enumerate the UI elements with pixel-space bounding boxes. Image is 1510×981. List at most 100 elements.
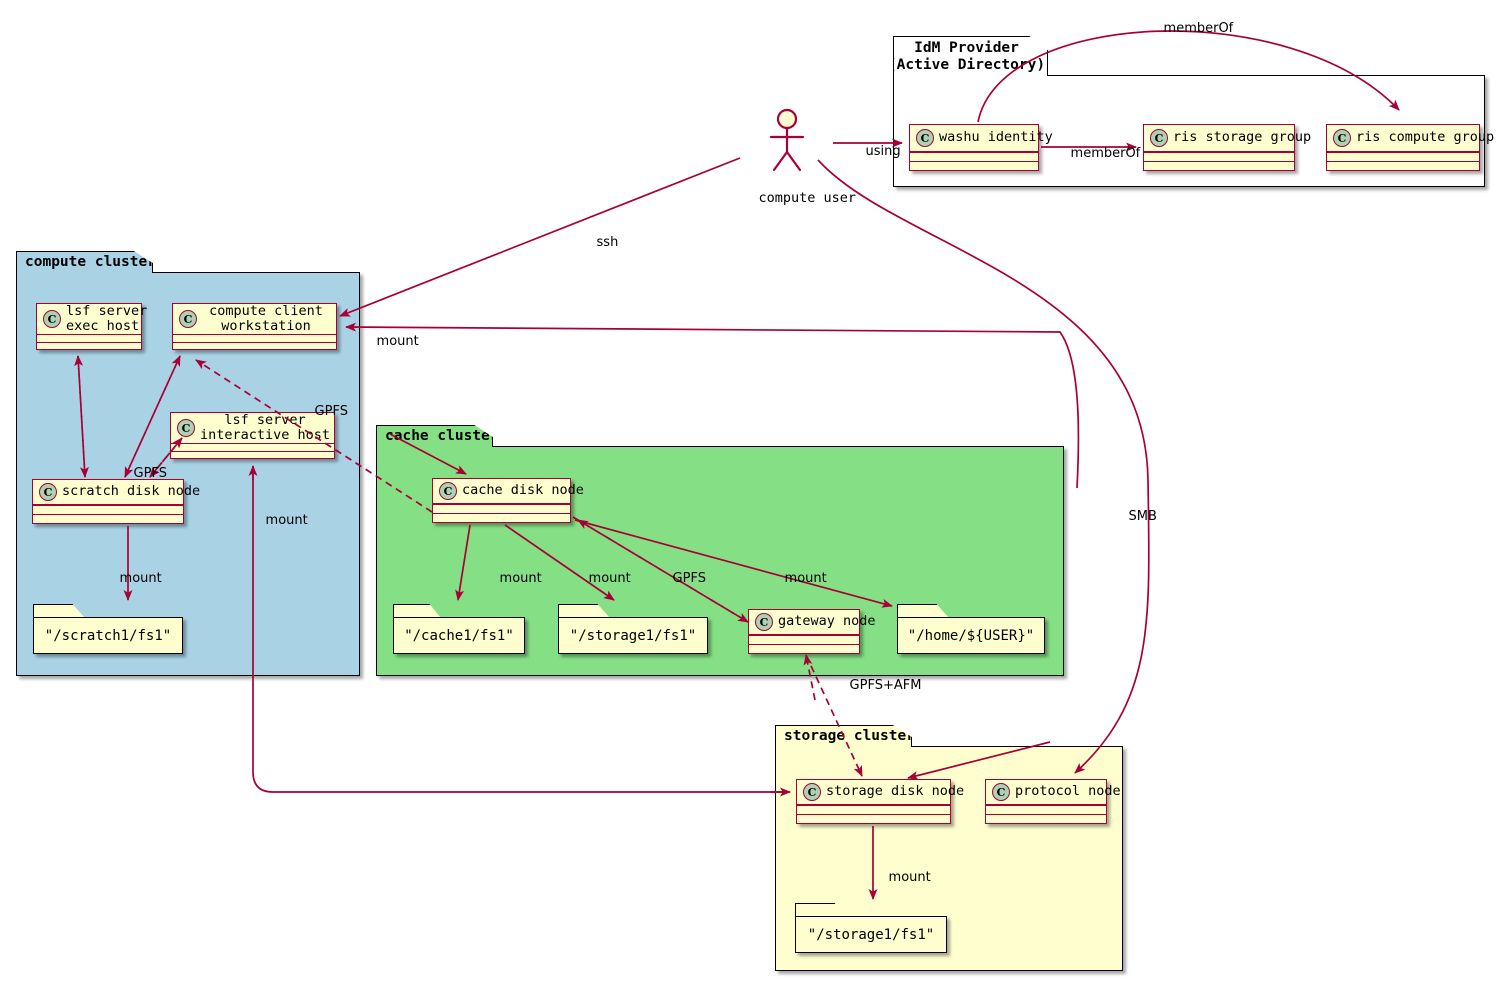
- class-stereotype-icon: C: [1333, 129, 1351, 147]
- actor-stick-figure-icon: [769, 108, 805, 172]
- edge-label-mount-homefs: mount: [784, 571, 827, 586]
- class-compartment: [749, 636, 859, 644]
- class-scratch-disk-node-label: scratch disk node: [62, 483, 201, 500]
- class-cache-disk-node-head: C cache disk node: [433, 479, 584, 503]
- class-compartment: [986, 815, 1106, 823]
- package-idm-provider-title: IdM Provider (Active Directory): [893, 36, 1048, 76]
- package-compute-cluster-title: compute cluster: [16, 251, 153, 273]
- edge-label-mount-interactive: mount: [265, 513, 308, 528]
- package-compute-cluster-label: compute cluster: [25, 254, 156, 271]
- class-compartment: [797, 815, 950, 823]
- folder-storage1-fs1-label: "/storage1/fs1": [807, 926, 935, 943]
- folder-scratch1-fs1-label: "/scratch1/fs1": [44, 627, 172, 644]
- edge-label-ssh: ssh: [596, 235, 619, 250]
- class-compartment: [910, 162, 1038, 170]
- package-storage-cluster-label: storage cluster: [784, 728, 915, 745]
- class-washu-identity-head: C washu identity: [910, 125, 1053, 151]
- class-compartment: [910, 153, 1038, 161]
- package-idm-provider-label: IdM Provider (Active Directory): [887, 39, 1046, 73]
- folder-body: "/home/${USER}": [897, 617, 1045, 654]
- edge-label-mount-cachestore: mount: [588, 571, 631, 586]
- class-compartment: [1144, 162, 1294, 170]
- class-protocol-node[interactable]: C protocol node: [985, 779, 1121, 824]
- folder-body: "/storage1/fs1": [795, 916, 947, 953]
- class-compartment: [33, 506, 183, 514]
- edge-label-gpfs-cache-client: GPFS: [314, 404, 348, 419]
- class-scratch-disk-node[interactable]: C scratch disk node: [32, 479, 200, 524]
- class-gateway-node-label: gateway node: [778, 613, 876, 630]
- class-compartment: [1144, 153, 1294, 161]
- class-stereotype-icon: C: [43, 310, 61, 329]
- class-stereotype-icon: C: [803, 783, 821, 801]
- class-gateway-node[interactable]: C gateway node: [748, 609, 876, 654]
- actor-compute-user-label: compute user: [758, 190, 857, 206]
- folder-body: "/storage1/fs1": [558, 617, 708, 654]
- class-storage-disk-node[interactable]: C storage disk node: [796, 779, 964, 824]
- class-compute-client-workstation-head: C compute client workstation: [173, 303, 336, 335]
- class-lsf-server-exec-host-head: C lsf server exec host: [37, 303, 147, 334]
- edge-label-mount-scratchfs: mount: [119, 571, 162, 586]
- package-cache-cluster-title: cache cluster: [376, 425, 493, 447]
- edge-ssh: [339, 157, 741, 317]
- class-cache-disk-node[interactable]: C cache disk node: [432, 478, 584, 523]
- diagram-canvas: IdM Provider (Active Directory) compute …: [0, 0, 1510, 981]
- edge-label-memberof-compute: memberOf: [1163, 21, 1234, 36]
- class-lsf-server-exec-host-label: lsf server exec host: [66, 303, 148, 335]
- class-scratch-disk-node-head: C scratch disk node: [33, 480, 200, 504]
- edge-label-gpfsafm: GPFS+AFM: [849, 678, 922, 693]
- class-lsf-server-exec-host[interactable]: C lsf server exec host: [36, 303, 147, 350]
- package-cache-cluster-label: cache cluster: [385, 428, 499, 445]
- edge-label-mount-cachefs: mount: [499, 571, 542, 586]
- class-washu-identity[interactable]: C washu identity: [909, 124, 1053, 171]
- class-stereotype-icon: C: [1150, 129, 1168, 147]
- actor-compute-user[interactable]: [758, 108, 816, 172]
- folder-home-user[interactable]: "/home/${USER}": [897, 604, 1045, 654]
- class-compartment: [797, 806, 950, 814]
- folder-tab: [393, 604, 441, 618]
- class-storage-disk-node-head: C storage disk node: [797, 780, 964, 804]
- class-cache-disk-node-label: cache disk node: [462, 482, 584, 499]
- class-ris-storage-group[interactable]: C ris storage group: [1143, 124, 1311, 171]
- class-compartment: [433, 514, 570, 522]
- edge-label-gpfs-gateway: GPFS: [672, 571, 706, 586]
- class-compartment: [433, 505, 570, 513]
- class-lsf-server-interactive-host[interactable]: C lsf server interactive host: [170, 412, 335, 459]
- class-compartment: [37, 343, 141, 349]
- class-compartment: [986, 806, 1106, 814]
- class-stereotype-icon: C: [179, 310, 197, 329]
- folder-cache-storage1-fs1[interactable]: "/storage1/fs1": [558, 604, 708, 654]
- edge-label-memberof-storage: memberOf: [1070, 146, 1141, 161]
- folder-storage1-fs1[interactable]: "/storage1/fs1": [795, 903, 947, 953]
- folder-body: "/cache1/fs1": [393, 617, 525, 654]
- edge-label-smb: SMB: [1128, 509, 1157, 524]
- class-stereotype-icon: C: [439, 482, 457, 500]
- folder-tab: [33, 604, 85, 618]
- class-ris-storage-group-head: C ris storage group: [1144, 125, 1311, 151]
- class-compute-client-workstation-label: compute client workstation: [209, 303, 323, 335]
- class-stereotype-icon: C: [916, 129, 934, 147]
- class-ris-compute-group-head: C ris compute group: [1327, 125, 1494, 151]
- class-ris-compute-group-label: ris compute group: [1356, 129, 1495, 146]
- class-gateway-node-head: C gateway node: [749, 610, 876, 634]
- class-protocol-node-head: C protocol node: [986, 780, 1121, 804]
- class-stereotype-icon: C: [177, 419, 195, 438]
- folder-scratch1-fs1[interactable]: "/scratch1/fs1": [33, 604, 183, 654]
- class-compartment: [1327, 153, 1479, 161]
- folder-home-user-label: "/home/${USER}": [907, 627, 1035, 644]
- folder-cache1-fs1[interactable]: "/cache1/fs1": [393, 604, 525, 654]
- folder-tab: [795, 903, 847, 917]
- class-compartment: [173, 343, 336, 349]
- edge-label-mount-client: mount: [376, 334, 419, 349]
- class-protocol-node-label: protocol node: [1015, 783, 1121, 800]
- class-compartment: [1327, 162, 1479, 170]
- edge-label-using: using: [865, 144, 901, 159]
- class-ris-storage-group-label: ris storage group: [1173, 129, 1312, 146]
- edge-label-mount-storagefs: mount: [888, 870, 931, 885]
- folder-cache-storage1-fs1-label: "/storage1/fs1": [569, 627, 697, 644]
- folder-body: "/scratch1/fs1": [33, 617, 183, 654]
- class-compartment: [171, 452, 334, 458]
- class-ris-compute-group[interactable]: C ris compute group: [1326, 124, 1494, 171]
- class-compute-client-workstation[interactable]: C compute client workstation: [172, 303, 337, 350]
- folder-tab: [897, 604, 949, 618]
- class-stereotype-icon: C: [992, 783, 1010, 801]
